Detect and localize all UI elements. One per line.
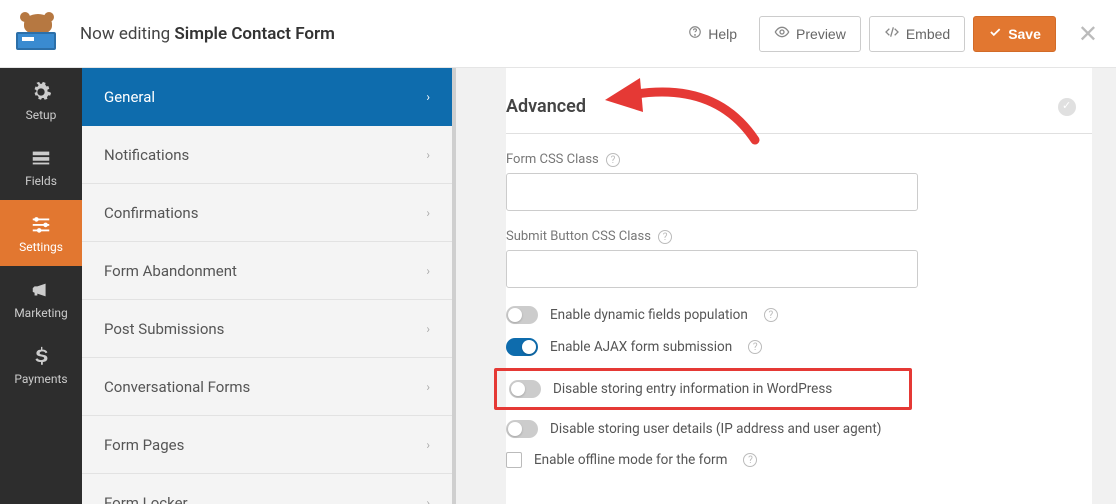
help-tooltip-icon[interactable]: ? xyxy=(748,340,762,354)
toggle-switch[interactable] xyxy=(506,338,538,356)
chevron-right-icon: › xyxy=(426,322,430,336)
submit-css-input[interactable] xyxy=(506,250,918,288)
chevron-right-icon: › xyxy=(426,206,430,220)
nav-fields[interactable]: Fields xyxy=(0,134,82,200)
editing-label: Now editing Simple Contact Form xyxy=(80,24,335,44)
settings-item-conversational-forms[interactable]: Conversational Forms› xyxy=(82,358,452,416)
help-button[interactable]: Help xyxy=(674,16,751,52)
help-tooltip-icon[interactable]: ? xyxy=(764,308,778,322)
chevron-right-icon: › xyxy=(426,148,430,162)
toggle-disable-entry-storage: Disable storing entry information in Wor… xyxy=(509,380,897,398)
form-css-label: Form CSS Class ? xyxy=(506,152,1076,167)
chevron-right-icon: › xyxy=(426,264,430,278)
settings-item-notifications[interactable]: Notifications› xyxy=(82,126,452,184)
settings-item-form-pages[interactable]: Form Pages› xyxy=(82,416,452,474)
nav-marketing[interactable]: Marketing xyxy=(0,266,82,332)
collapse-icon[interactable] xyxy=(1058,98,1076,116)
settings-item-confirmations[interactable]: Confirmations› xyxy=(82,184,452,242)
gear-icon xyxy=(30,81,52,103)
toggle-switch[interactable] xyxy=(506,420,538,438)
nav-payments[interactable]: Payments xyxy=(0,332,82,398)
submit-css-label: Submit Button CSS Class ? xyxy=(506,229,1076,244)
megaphone-icon xyxy=(30,279,52,301)
embed-button[interactable]: Embed xyxy=(869,16,965,52)
settings-item-general[interactable]: General› xyxy=(82,68,452,126)
toggle-ajax-submission: Enable AJAX form submission ? xyxy=(506,338,1092,356)
chevron-right-icon: › xyxy=(426,496,430,504)
fields-icon xyxy=(30,147,52,169)
dollar-icon xyxy=(30,345,52,367)
chevron-right-icon: › xyxy=(426,438,430,452)
preview-button[interactable]: Preview xyxy=(759,16,861,52)
settings-item-form-abandonment[interactable]: Form Abandonment› xyxy=(82,242,452,300)
help-tooltip-icon[interactable]: ? xyxy=(743,453,757,467)
top-bar: Now editing Simple Contact Form Help Pre… xyxy=(0,0,1116,68)
toggle-dynamic-fields: Enable dynamic fields population ? xyxy=(506,306,1092,324)
settings-sidebar: General› Notifications› Confirmations› F… xyxy=(82,68,456,504)
help-icon xyxy=(688,25,702,42)
toggle-switch[interactable] xyxy=(506,306,538,324)
toggle-offline-mode: Enable offline mode for the form ? xyxy=(506,452,1092,468)
save-button[interactable]: Save xyxy=(973,16,1056,52)
eye-icon xyxy=(774,24,790,43)
code-icon xyxy=(884,24,900,43)
checkbox[interactable] xyxy=(506,452,522,468)
help-tooltip-icon[interactable]: ? xyxy=(658,230,672,244)
nav-setup[interactable]: Setup xyxy=(0,68,82,134)
close-icon[interactable]: ✕ xyxy=(1078,20,1098,48)
content-canvas: Advanced Form CSS Class ? Submit Button … xyxy=(456,68,1116,504)
app-logo xyxy=(14,14,62,54)
toggle-switch[interactable] xyxy=(509,380,541,398)
chevron-right-icon: › xyxy=(426,380,430,394)
help-tooltip-icon[interactable]: ? xyxy=(606,153,620,167)
sliders-icon xyxy=(30,213,52,235)
settings-item-form-locker[interactable]: Form Locker› xyxy=(82,474,452,504)
nav-settings[interactable]: Settings xyxy=(0,200,82,266)
toggle-disable-user-details: Disable storing user details (IP address… xyxy=(506,420,1092,438)
settings-item-post-submissions[interactable]: Post Submissions› xyxy=(82,300,452,358)
advanced-panel: Advanced Form CSS Class ? Submit Button … xyxy=(506,68,1092,504)
left-icon-bar: Setup Fields Settings Marketing Payments xyxy=(0,68,82,504)
form-css-input[interactable] xyxy=(506,173,918,211)
chevron-right-icon: › xyxy=(426,90,430,104)
highlighted-toggle-row: Disable storing entry information in Wor… xyxy=(494,368,912,410)
panel-title: Advanced xyxy=(506,96,586,117)
check-icon xyxy=(988,25,1002,42)
